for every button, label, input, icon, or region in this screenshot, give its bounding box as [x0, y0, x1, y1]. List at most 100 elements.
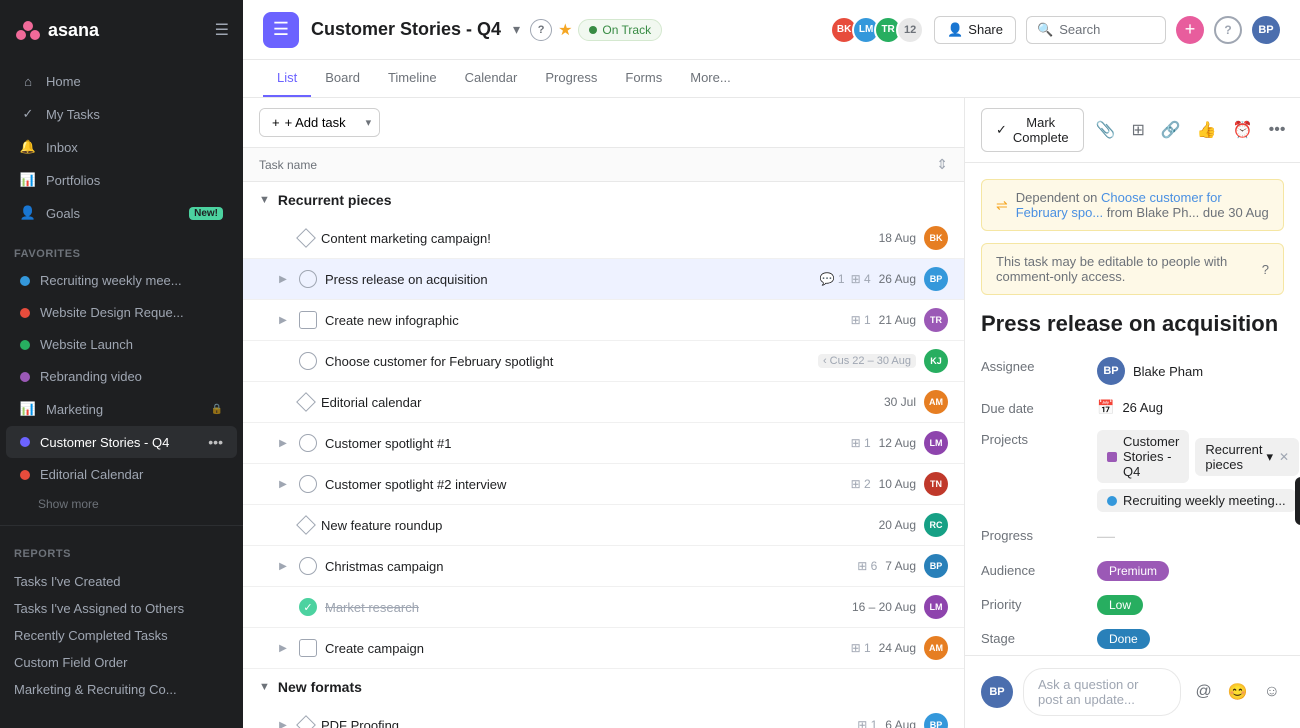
- tab-list[interactable]: List: [263, 60, 311, 97]
- task-check-circle[interactable]: [299, 352, 317, 370]
- task-expand-icon[interactable]: ▶: [275, 558, 291, 574]
- task-expand-icon[interactable]: ▶: [275, 640, 291, 656]
- sidebar-website-design-label: Website Design Reque...: [40, 305, 223, 320]
- task-check-diamond[interactable]: [296, 515, 316, 535]
- task-row-selected[interactable]: ▶ Press release on acquisition 💬 1 ⊞ 4 2…: [243, 259, 964, 300]
- sidebar-item-my-tasks[interactable]: ✓ My Tasks: [6, 98, 237, 130]
- task-row[interactable]: ▶ PDF Proofing ⊞ 1 6 Aug BP: [243, 705, 964, 728]
- reports-tasks-assigned[interactable]: Tasks I've Assigned to Others: [0, 595, 243, 622]
- task-row[interactable]: Content marketing campaign! 18 Aug BK: [243, 218, 964, 259]
- sidebar-item-website-launch[interactable]: Website Launch: [6, 329, 237, 360]
- progress-dash[interactable]: —: [1097, 526, 1115, 547]
- mark-complete-button[interactable]: ✓ Mark Complete: [981, 108, 1084, 152]
- section-recurrent-pieces[interactable]: ▼ Recurrent pieces: [243, 182, 964, 218]
- task-check-done[interactable]: ✓: [299, 598, 317, 616]
- task-check-circle[interactable]: [299, 475, 317, 493]
- tab-forms[interactable]: Forms: [611, 60, 676, 97]
- sidebar-item-home[interactable]: ⌂ Home: [6, 65, 237, 97]
- more-options-button[interactable]: •••: [1265, 117, 1290, 143]
- task-check-circle[interactable]: [299, 557, 317, 575]
- reports-custom-field[interactable]: Custom Field Order: [0, 649, 243, 676]
- task-expand-icon[interactable]: ▶: [275, 435, 291, 451]
- sidebar-item-marketing[interactable]: 📊 Marketing 🔒: [6, 393, 237, 425]
- sidebar-item-rebranding[interactable]: Rebranding video: [6, 361, 237, 392]
- add-task-button[interactable]: + + Add task ▾: [259, 108, 380, 137]
- task-check-diamond[interactable]: [296, 392, 316, 412]
- task-check-diamond[interactable]: [296, 228, 316, 248]
- show-more-button[interactable]: Show more: [0, 491, 243, 517]
- task-expand-icon[interactable]: ▶: [275, 271, 291, 287]
- task-row[interactable]: ▶ Customer spotlight #1 ⊞ 1 12 Aug LM: [243, 423, 964, 464]
- task-check-diamond[interactable]: [296, 715, 316, 728]
- reports-marketing-recruiting[interactable]: Marketing & Recruiting Co...: [0, 676, 243, 703]
- reminder-button[interactable]: ⏰: [1229, 116, 1257, 144]
- project-title-chevron[interactable]: ▾: [509, 17, 524, 42]
- task-row[interactable]: ✓ Market research 16 – 20 Aug LM: [243, 587, 964, 628]
- share-button[interactable]: 👤 Share: [934, 16, 1016, 44]
- field-audience: Audience Premium: [981, 561, 1284, 581]
- sidebar-toggle-icon[interactable]: ☰: [215, 20, 229, 40]
- link-button[interactable]: 🔗: [1157, 116, 1185, 144]
- add-task-chevron[interactable]: ▾: [358, 110, 380, 135]
- task-row[interactable]: ▶ Customer spotlight #2 interview ⊞ 2 10…: [243, 464, 964, 505]
- task-check-document[interactable]: [299, 639, 317, 657]
- comment-at-button[interactable]: @: [1191, 679, 1215, 705]
- task-check-circle[interactable]: [299, 434, 317, 452]
- tab-progress[interactable]: Progress: [531, 60, 611, 97]
- sidebar-editorial-label: Editorial Calendar: [40, 467, 223, 482]
- tab-timeline[interactable]: Timeline: [374, 60, 451, 97]
- sidebar-item-inbox[interactable]: 🔔 Inbox: [6, 131, 237, 163]
- stage-badge[interactable]: Done: [1097, 629, 1150, 649]
- like-button[interactable]: 👍: [1193, 116, 1221, 144]
- task-row[interactable]: Editorial calendar 30 Jul AM: [243, 382, 964, 423]
- recruiting-tag[interactable]: Recruiting weekly meeting...: [1097, 489, 1296, 512]
- tab-more[interactable]: More...: [676, 60, 744, 97]
- duplicate-button[interactable]: ⊞: [1127, 116, 1148, 144]
- task-row[interactable]: ▶ Create new infographic ⊞ 1 21 Aug TR: [243, 300, 964, 341]
- task-row[interactable]: New feature roundup 20 Aug RC: [243, 505, 964, 546]
- audience-badge[interactable]: Premium: [1097, 561, 1169, 581]
- sidebar-item-customer-stories[interactable]: Customer Stories - Q4 •••: [6, 426, 237, 458]
- task-check-document[interactable]: [299, 311, 317, 329]
- user-avatar[interactable]: BP: [1252, 16, 1280, 44]
- task-expand-icon[interactable]: ▶: [275, 717, 291, 728]
- project-info-button[interactable]: ?: [530, 19, 552, 41]
- sidebar-item-portfolios[interactable]: 📊 Portfolios: [6, 164, 237, 196]
- reports-tasks-created[interactable]: Tasks I've Created: [0, 568, 243, 595]
- reports-recently-completed[interactable]: Recently Completed Tasks: [0, 622, 243, 649]
- task-expand-icon[interactable]: ▶: [275, 312, 291, 328]
- add-button[interactable]: +: [1176, 16, 1204, 44]
- project-star-button[interactable]: ★: [558, 20, 572, 40]
- assignee-name[interactable]: Blake Pham: [1133, 364, 1203, 379]
- search-bar[interactable]: 🔍 Search: [1026, 16, 1166, 44]
- task-check-circle[interactable]: [299, 270, 317, 288]
- sidebar-item-recruiting[interactable]: Recruiting weekly mee...: [6, 265, 237, 296]
- priority-badge[interactable]: Low: [1097, 595, 1143, 615]
- subtask-icon: ⊞ 1: [857, 718, 877, 728]
- add-task-main-btn[interactable]: + + Add task: [260, 109, 358, 136]
- attachment-button[interactable]: 📎: [1092, 116, 1120, 144]
- asana-logo[interactable]: asana: [14, 16, 99, 44]
- project-status-badge[interactable]: On Track: [578, 19, 662, 41]
- task-row[interactable]: ▶ Create campaign ⊞ 1 24 Aug AM: [243, 628, 964, 669]
- task-row[interactable]: ▶ Christmas campaign ⊞ 6 7 Aug BP: [243, 546, 964, 587]
- tab-calendar[interactable]: Calendar: [451, 60, 532, 97]
- task-detail-title[interactable]: Press release on acquisition: [981, 311, 1284, 337]
- comment-input[interactable]: Ask a question or post an update...: [1023, 668, 1181, 716]
- task-row[interactable]: Choose customer for February spotlight ‹…: [243, 341, 964, 382]
- sidebar-item-website-design[interactable]: Website Design Reque...: [6, 297, 237, 328]
- sort-icon[interactable]: ⇕: [936, 156, 948, 173]
- section-tag-button[interactable]: Recurrent pieces ▾ ✕: [1195, 438, 1299, 476]
- help-button[interactable]: ?: [1214, 16, 1242, 44]
- sidebar-item-goals[interactable]: 👤 Goals New!: [6, 197, 237, 229]
- comment-more-button[interactable]: ☺: [1260, 679, 1284, 705]
- due-date[interactable]: 26 Aug: [1122, 400, 1163, 415]
- sidebar-item-editorial-calendar[interactable]: Editorial Calendar: [6, 459, 237, 490]
- tab-board[interactable]: Board: [311, 60, 374, 97]
- section-new-formats[interactable]: ▼ New formats: [243, 669, 964, 705]
- more-options-icon[interactable]: •••: [208, 434, 223, 450]
- task-expand-icon[interactable]: ▶: [275, 476, 291, 492]
- project-tag[interactable]: Customer Stories - Q4: [1097, 430, 1189, 483]
- remove-tag-button[interactable]: ✕: [1279, 450, 1289, 464]
- comment-emoji-button[interactable]: 😊: [1224, 678, 1252, 706]
